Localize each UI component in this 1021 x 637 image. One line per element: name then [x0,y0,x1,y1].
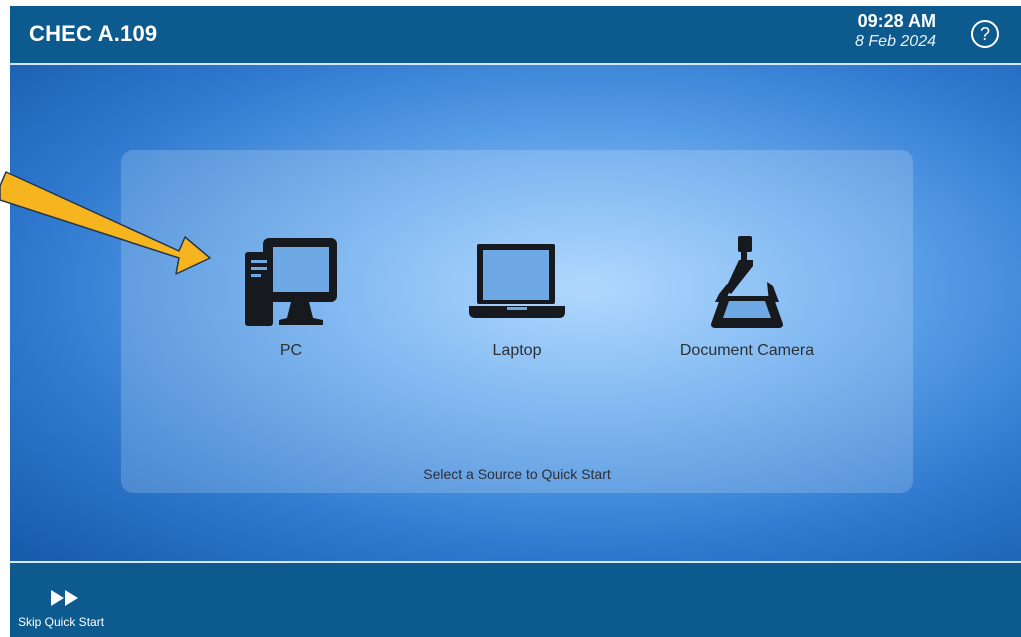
help-button[interactable]: ? [971,20,999,48]
document-camera-icon [711,236,783,328]
skip-quick-start-label: Skip Quick Start [18,615,105,629]
room-title: CHEC A.109 [29,21,158,46]
desktop-pc-icon [245,238,337,326]
source-laptop-button[interactable]: Laptop [442,236,592,362]
header-bar: CHEC A.109 09:28 AM 8 Feb 2024 ? [10,6,1021,65]
laptop-icon [469,244,565,318]
main-area: PC Laptop Document Camera Select a Sourc… [10,65,1021,561]
source-pc-label: PC [279,342,303,359]
clock-date: 8 Feb 2024 [855,33,936,50]
skip-quick-start-button[interactable]: Skip Quick Start [18,589,104,629]
source-document-camera-label: Document Camera [679,342,815,359]
clock-time: 09:28 AM [857,11,936,31]
source-laptop-label: Laptop [492,342,542,359]
footer-bar: Skip Quick Start [10,561,1021,637]
quick-start-hint: Select a Source to Quick Start [423,466,611,482]
source-pc-button[interactable]: PC [216,236,366,362]
source-document-camera-button[interactable]: Document Camera [672,236,822,362]
fast-forward-icon [51,590,78,606]
quick-start-panel: PC Laptop Document Camera Select a Sourc… [121,150,913,493]
touch-panel-screen: CHEC A.109 09:28 AM 8 Feb 2024 ? PC Lapt… [10,6,1021,637]
